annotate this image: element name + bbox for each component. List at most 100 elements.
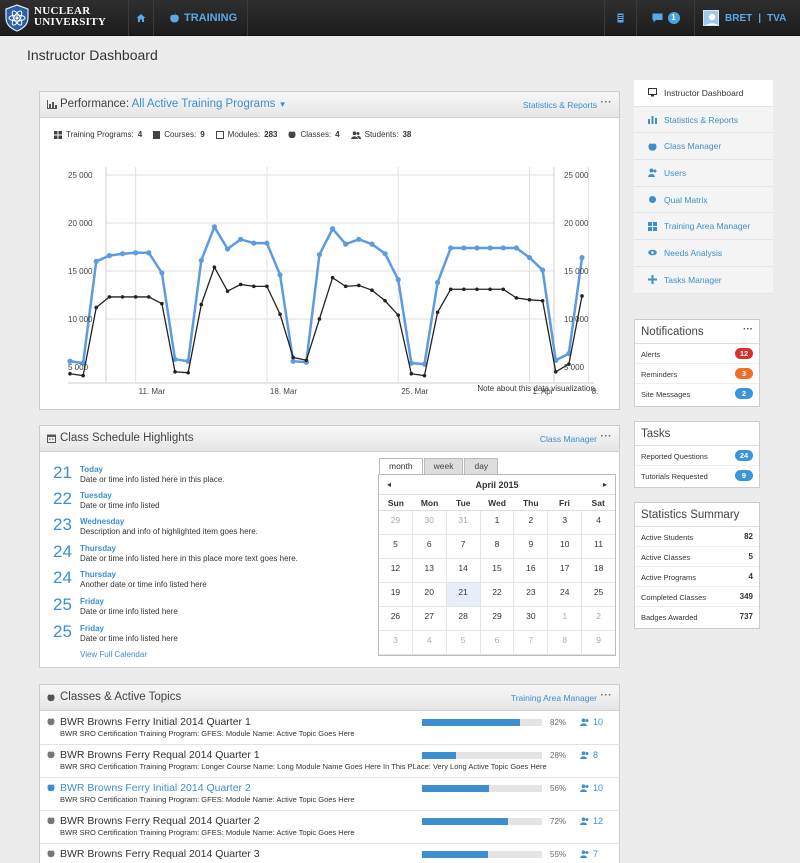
data-point[interactable]	[304, 358, 309, 363]
calendar-day-cell[interactable]: 6	[412, 535, 447, 559]
calendar-day-cell[interactable]: 10	[548, 535, 583, 559]
calendar-next-button[interactable]: ▸	[603, 480, 607, 489]
home-button[interactable]	[128, 0, 154, 36]
calendar-day-cell[interactable]: 5	[379, 535, 413, 559]
data-point[interactable]	[251, 240, 257, 246]
calendar-day-cell[interactable]: 1	[548, 607, 583, 631]
data-point[interactable]	[107, 295, 112, 299]
calendar-day-cell[interactable]: 11	[582, 535, 616, 559]
data-point[interactable]	[212, 265, 217, 269]
data-point[interactable]	[186, 370, 190, 375]
calendar-day-cell[interactable]: 30	[514, 607, 549, 631]
data-point[interactable]	[553, 370, 558, 374]
data-point[interactable]	[370, 288, 374, 292]
training-area-manager-link[interactable]: Training Area Manager	[511, 693, 597, 703]
tasks-row[interactable]: Reported Questions 24	[635, 446, 759, 466]
statistics-row[interactable]: Active Programs 4	[635, 567, 759, 587]
class-row[interactable]: BWR Browns Ferry Initial 2014 Quarter 2B…	[40, 778, 620, 811]
sidebar-item-tasks-manager[interactable]: Tasks Manager	[634, 266, 773, 294]
data-point[interactable]	[487, 245, 493, 251]
data-point[interactable]	[434, 279, 441, 286]
calendar-day-cell[interactable]: 12	[379, 559, 413, 583]
data-point[interactable]	[527, 298, 532, 302]
data-point[interactable]	[277, 272, 283, 278]
calendar-day-cell[interactable]: 1	[480, 511, 515, 535]
data-point[interactable]	[383, 298, 387, 303]
calendar-day-cell[interactable]: 8	[480, 535, 515, 559]
data-point[interactable]	[395, 277, 401, 283]
data-point[interactable]	[343, 241, 349, 247]
class-manager-link[interactable]: Class Manager	[540, 434, 597, 444]
calendar-day-cell[interactable]: 21	[446, 583, 481, 607]
data-point[interactable]	[526, 254, 533, 261]
data-point[interactable]	[199, 302, 204, 307]
calendar-day-cell[interactable]: 18	[582, 559, 616, 583]
statistics-row[interactable]: Completed Classes 349	[635, 587, 759, 607]
data-point[interactable]	[264, 240, 270, 246]
sidebar-item-qual-matrix[interactable]: Qual Matrix	[634, 186, 773, 214]
data-point[interactable]	[290, 358, 296, 364]
calendar-day-cell[interactable]: 31	[446, 511, 481, 535]
data-point[interactable]	[382, 251, 388, 257]
class-name[interactable]: BWR Browns Ferry Initial 2014 Quarter 2	[60, 782, 251, 794]
data-point[interactable]	[500, 245, 506, 251]
user-menu[interactable]: BRET | TVA	[694, 0, 800, 36]
data-point[interactable]	[513, 245, 519, 251]
statistics-row[interactable]: Active Classes 5	[635, 547, 759, 567]
sidebar-item-statistics-reports[interactable]: Statistics & Reports	[634, 106, 773, 134]
data-point[interactable]	[265, 284, 269, 289]
data-point[interactable]	[211, 224, 218, 230]
calendar-day-cell[interactable]: 2	[582, 607, 616, 631]
performance-more-button[interactable]: ···	[601, 97, 613, 108]
tasks-row[interactable]: Tutorials Requested 9	[635, 466, 759, 486]
data-point[interactable]	[198, 257, 204, 264]
calendar-day-cell[interactable]: 7	[514, 631, 549, 655]
data-point[interactable]	[580, 294, 584, 298]
data-point[interactable]	[238, 282, 243, 287]
calendar-day-cell[interactable]: 15	[480, 559, 515, 583]
training-program-filter[interactable]: All Active Training Programs	[132, 98, 276, 110]
data-point[interactable]	[343, 284, 348, 289]
class-row[interactable]: BWR Browns Ferry Requal 2014 Quarter 2 BW…	[40, 811, 620, 844]
data-point[interactable]	[225, 289, 230, 293]
calendar-day-cell[interactable]: 14	[446, 559, 481, 583]
calendar-day-cell[interactable]: 17	[548, 559, 583, 583]
calendar-day-cell[interactable]: 9	[582, 631, 616, 655]
data-point[interactable]	[448, 245, 454, 251]
data-point[interactable]	[146, 250, 152, 256]
calendar-day-cell[interactable]: 7	[446, 535, 481, 559]
data-point[interactable]	[435, 310, 440, 315]
data-point[interactable]	[540, 267, 546, 273]
data-point[interactable]	[291, 355, 295, 360]
calendar-day-cell[interactable]: 27	[412, 607, 447, 631]
student-count-link[interactable]: 10	[580, 717, 603, 727]
view-full-calendar-link[interactable]: View Full Calendar	[80, 650, 147, 659]
calendar-day-cell[interactable]: 16	[514, 559, 549, 583]
notifications-row[interactable]: Site Messages 2	[635, 384, 759, 404]
data-point[interactable]	[475, 287, 479, 292]
calendar-day-cell[interactable]: 23	[514, 583, 549, 607]
data-point[interactable]	[133, 250, 139, 256]
calendar-day-cell[interactable]: 3	[379, 631, 413, 655]
tab-month[interactable]: month	[379, 458, 423, 474]
sidebar-item-needs-analysis[interactable]: Needs Analysis	[634, 240, 773, 267]
classes-more-button[interactable]: ···	[601, 690, 613, 701]
calendar-day-cell[interactable]: 5	[446, 631, 481, 655]
data-point[interactable]	[317, 317, 322, 321]
class-name[interactable]: BWR Browns Ferry Initial 2014 Quarter 1	[60, 716, 251, 728]
calendar-day-cell[interactable]: 13	[412, 559, 447, 583]
schedule-more-button[interactable]: ···	[601, 431, 613, 442]
calendar-day-cell[interactable]: 3	[548, 511, 583, 535]
data-point[interactable]	[448, 287, 453, 292]
documents-button[interactable]	[604, 0, 636, 36]
calendar-day-cell[interactable]: 2	[514, 511, 549, 535]
sidebar-item-users[interactable]: Users	[634, 160, 773, 187]
class-name[interactable]: BWR Browns Ferry Requal 2014 Quarter 1	[60, 749, 260, 761]
data-point[interactable]	[461, 245, 467, 251]
messages-button[interactable]: 1	[636, 0, 694, 36]
data-point[interactable]	[356, 236, 362, 242]
class-row[interactable]: BWR Browns Ferry Requal 2014 Quarter 3 55…	[40, 844, 620, 863]
data-point[interactable]	[159, 270, 165, 276]
data-point[interactable]	[540, 298, 545, 303]
calendar-day-cell[interactable]: 26	[379, 607, 413, 631]
